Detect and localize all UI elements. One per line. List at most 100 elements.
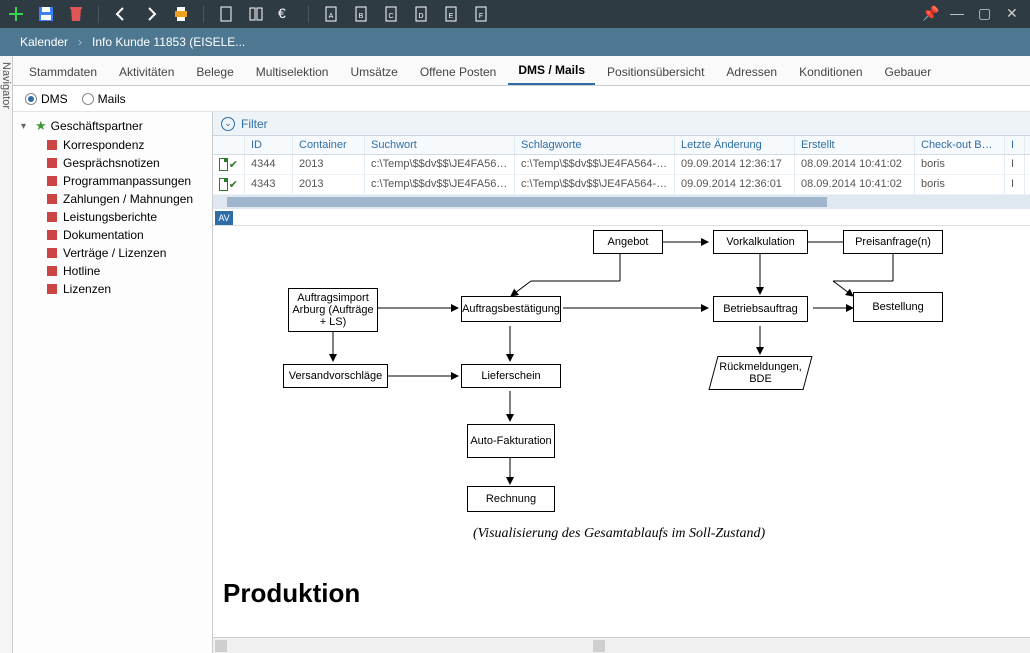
col-extra[interactable]: I — [1005, 136, 1025, 154]
folder-icon — [47, 158, 57, 168]
tree-item-korrespondenz[interactable]: Korrespondenz — [13, 136, 212, 154]
tab-gebauer[interactable]: Gebauer — [875, 59, 942, 85]
box-betriebsauftrag: Betriebsauftrag — [713, 296, 808, 322]
tab-offene-posten[interactable]: Offene Posten — [410, 59, 507, 85]
main-tabs: StammdatenAktivitätenBelegeMultiselektio… — [13, 56, 1030, 86]
folder-icon — [47, 248, 57, 258]
subtab-radios: DMS Mails — [13, 86, 1030, 112]
svg-text:B: B — [359, 13, 364, 20]
pin-icon[interactable]: 📌 — [920, 4, 940, 24]
save-icon[interactable] — [36, 4, 56, 24]
box-rechnung: Rechnung — [467, 486, 555, 512]
document-icon — [219, 158, 228, 171]
diagram-caption: (Visualisierung des Gesamtablaufs im Sol… — [473, 526, 765, 542]
tab-adressen[interactable]: Adressen — [716, 59, 787, 85]
svg-text:C: C — [388, 13, 393, 20]
box-vorkalkulation: Vorkalkulation — [713, 230, 808, 254]
doc-b-icon[interactable]: B — [351, 4, 371, 24]
breadcrumb-home[interactable]: Kalender — [10, 35, 78, 49]
folder-icon — [47, 230, 57, 240]
tree-root[interactable]: ▾ ★ Geschäftspartner — [13, 116, 212, 136]
tree-item-programmanpassungen[interactable]: Programmanpassungen — [13, 172, 212, 190]
navigator-strip[interactable]: Navigator — [0, 56, 13, 653]
col-checkout-user[interactable]: Check-out Benutzer — [915, 136, 1005, 154]
radio-dms[interactable]: DMS — [25, 92, 68, 106]
tree-item-label: Verträge / Lizenzen — [63, 246, 166, 260]
tree-item-vertr-ge-lizenzen[interactable]: Verträge / Lizenzen — [13, 244, 212, 262]
av-tag[interactable]: AV — [215, 211, 233, 225]
table-row[interactable]: ✔43432013c:\Temp\$$dv$$\JE4FA564-EiseleG… — [213, 175, 1030, 195]
maximize-icon[interactable]: ▢ — [976, 4, 996, 24]
radio-mails[interactable]: Mails — [82, 92, 126, 106]
box-auftragsimport: Auftragsimport Arburg (Aufträge + LS) — [288, 288, 378, 332]
diagram-hscroll[interactable] — [213, 637, 1030, 653]
document-grid: ID Container Suchwort Schlagworte Letzte… — [213, 136, 1030, 225]
svg-text:A: A — [329, 13, 334, 20]
col-suchwort[interactable]: Suchwort — [365, 136, 515, 154]
diagram-arrows — [213, 226, 1030, 606]
delete-icon[interactable] — [66, 4, 86, 24]
col-container[interactable]: Container — [293, 136, 365, 154]
doc-new-icon[interactable] — [216, 4, 236, 24]
box-autofakturation: Auto-Fakturation — [467, 424, 555, 458]
tree-item-label: Programmanpassungen — [63, 174, 191, 188]
tree-item-leistungsberichte[interactable]: Leistungsberichte — [13, 208, 212, 226]
tree-root-label: Geschäftspartner — [51, 119, 143, 133]
process-diagram: Angebot Vorkalkulation Preisanfrage(n) A… — [213, 226, 1030, 606]
table-row[interactable]: ✔43442013c:\Temp\$$dv$$\JE4FA564-EiseleG… — [213, 155, 1030, 175]
tree-item-hotline[interactable]: Hotline — [13, 262, 212, 280]
tab-dms-mails[interactable]: DMS / Mails — [508, 57, 595, 85]
back-icon[interactable] — [111, 4, 131, 24]
svg-text:D: D — [418, 13, 423, 20]
col-id[interactable]: ID — [245, 136, 293, 154]
close-icon[interactable]: ✕ — [1004, 4, 1024, 24]
book-icon[interactable] — [246, 4, 266, 24]
plus-icon[interactable] — [6, 4, 26, 24]
forward-icon[interactable] — [141, 4, 161, 24]
box-auftragsbestaetigung: Auftragsbestätigung — [461, 296, 561, 322]
check-icon: ✔ — [229, 158, 238, 171]
print-icon[interactable] — [171, 4, 191, 24]
grid-header: ID Container Suchwort Schlagworte Letzte… — [213, 136, 1030, 155]
doc-d-icon[interactable]: D — [411, 4, 431, 24]
col-created[interactable]: Erstellt — [795, 136, 915, 154]
col-last-change[interactable]: Letzte Änderung — [675, 136, 795, 154]
euro-icon[interactable]: € — [276, 4, 296, 24]
box-bestellung: Bestellung — [853, 292, 943, 322]
tab-konditionen[interactable]: Konditionen — [789, 59, 872, 85]
radio-dms-label: DMS — [41, 92, 68, 106]
tab-stammdaten[interactable]: Stammdaten — [19, 59, 107, 85]
tree-item-gespr-chsnotizen[interactable]: Gesprächsnotizen — [13, 154, 212, 172]
doc-c-icon[interactable]: C — [381, 4, 401, 24]
tree-item-label: Korrespondenz — [63, 138, 144, 152]
tree-item-zahlungen-mahnungen[interactable]: Zahlungen / Mahnungen — [13, 190, 212, 208]
collapse-icon[interactable]: ▾ — [21, 121, 31, 132]
tree-item-lizenzen[interactable]: Lizenzen — [13, 280, 212, 298]
svg-text:E: E — [449, 13, 454, 20]
tab-aktivit-ten[interactable]: Aktivitäten — [109, 59, 184, 85]
diagram-viewport[interactable]: Angebot Vorkalkulation Preisanfrage(n) A… — [213, 225, 1030, 637]
grid-hscroll[interactable] — [213, 195, 1030, 209]
radio-mails-label: Mails — [98, 92, 126, 106]
tab-ums-tze[interactable]: Umsätze — [340, 59, 407, 85]
tree-item-label: Dokumentation — [63, 228, 144, 242]
doc-e-icon[interactable]: E — [441, 4, 461, 24]
doc-a-icon[interactable]: A — [321, 4, 341, 24]
filter-label: Filter — [241, 117, 268, 131]
tab-multiselektion[interactable]: Multiselektion — [246, 59, 339, 85]
minimize-icon[interactable]: — — [948, 4, 968, 24]
partner-icon: ★ — [35, 118, 47, 134]
doc-f-icon[interactable]: F — [471, 4, 491, 24]
document-icon — [219, 178, 228, 191]
folder-icon — [47, 176, 57, 186]
tree-item-label: Hotline — [63, 264, 100, 278]
col-schlagworte[interactable]: Schlagworte — [515, 136, 675, 154]
tab-belege[interactable]: Belege — [186, 59, 243, 85]
tree-item-dokumentation[interactable]: Dokumentation — [13, 226, 212, 244]
filter-bar[interactable]: ⌄ Filter — [213, 112, 1030, 136]
tab-positions-bersicht[interactable]: Positionsübersicht — [597, 59, 714, 85]
breadcrumb-current[interactable]: Info Kunde 11853 (EISELE... — [82, 35, 255, 49]
tree-item-label: Zahlungen / Mahnungen — [63, 192, 193, 206]
svg-text:F: F — [479, 13, 483, 20]
folder-icon — [47, 266, 57, 276]
